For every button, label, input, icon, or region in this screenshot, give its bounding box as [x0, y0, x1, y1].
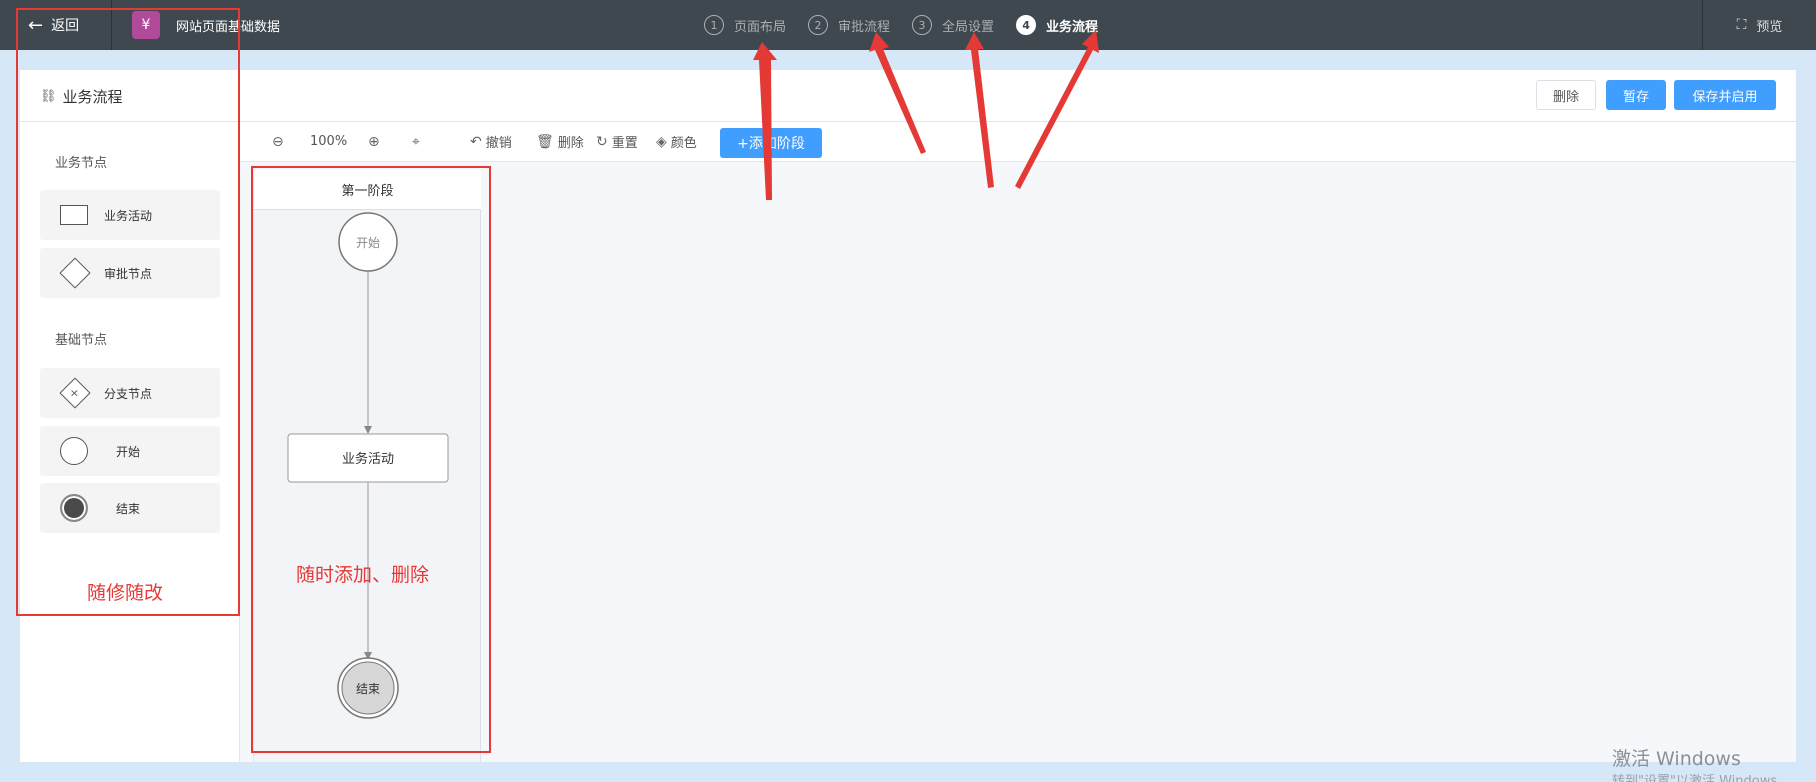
annotation-arrow-1 [753, 42, 777, 200]
windows-watermark-sub: 转到"设置"以激活 Windows。 [1612, 774, 1791, 782]
annotation-arrow-2 [869, 32, 926, 154]
annotation-arrows [753, 30, 1099, 200]
annotation-arrow-4 [1015, 30, 1099, 189]
annotation-arrow-3 [965, 32, 994, 188]
windows-watermark: 激活 Windows [1612, 748, 1741, 770]
